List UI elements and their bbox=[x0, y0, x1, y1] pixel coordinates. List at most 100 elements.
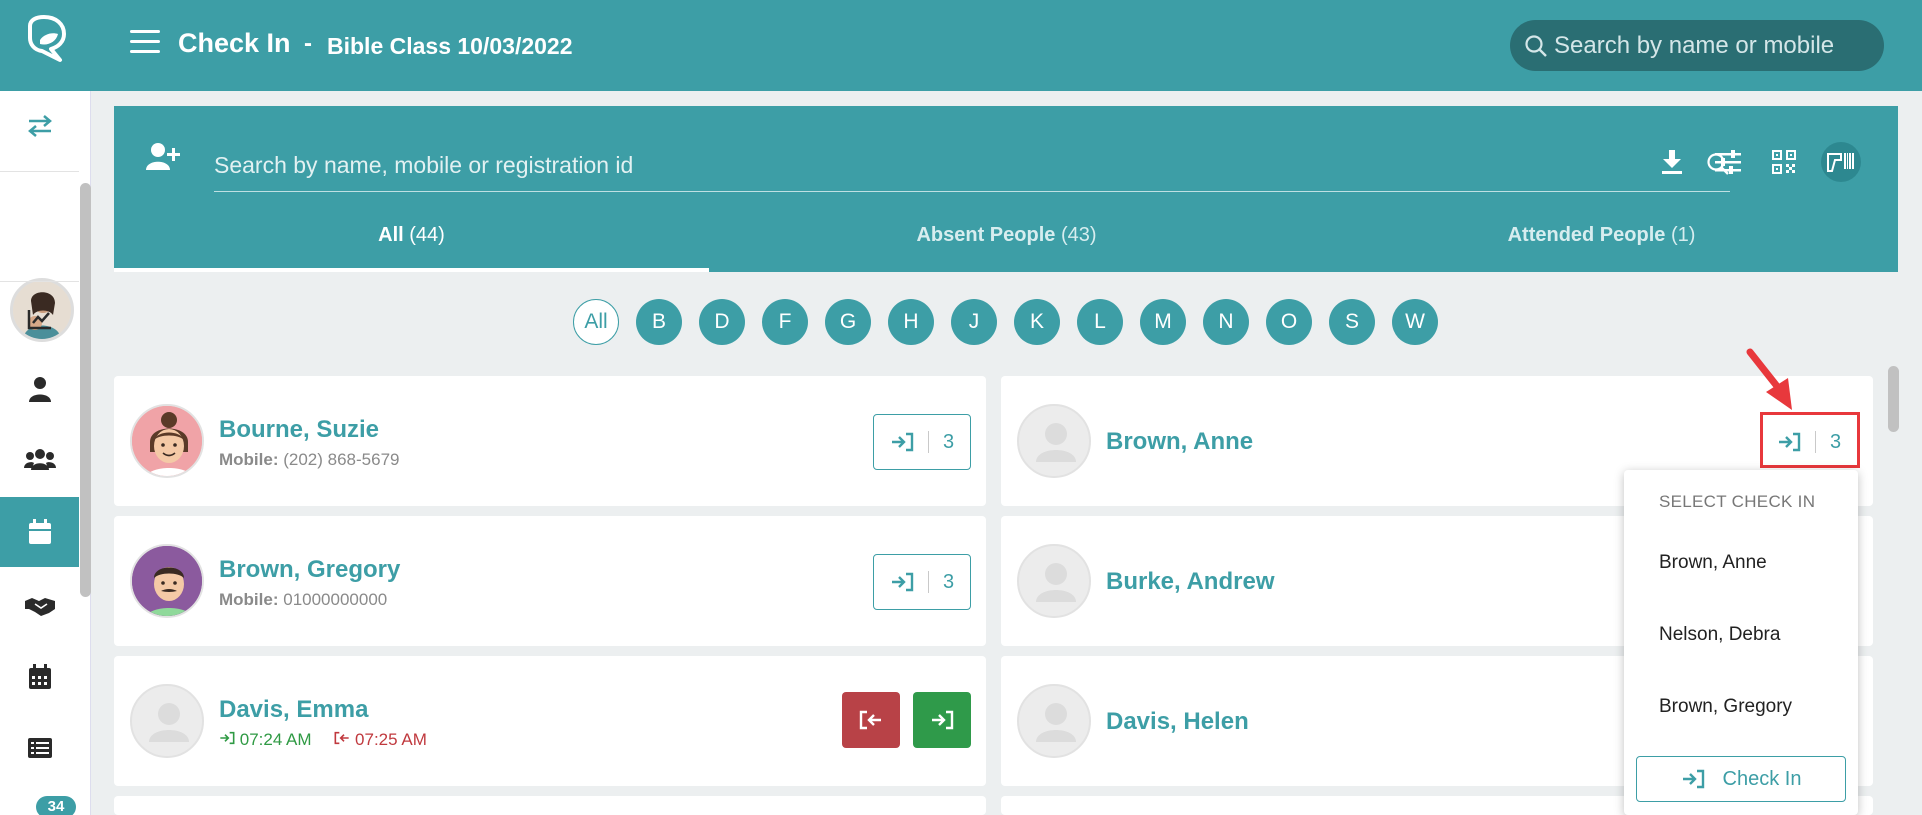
app-logo[interactable] bbox=[0, 0, 91, 91]
sign-in-icon bbox=[891, 572, 914, 592]
checkin-button[interactable]: 3 bbox=[873, 414, 971, 470]
checkin-times: 07:24 AM 07:25 AM bbox=[219, 730, 427, 750]
letter-filter-m[interactable]: M bbox=[1140, 299, 1186, 345]
tab-all-count: (44) bbox=[409, 224, 445, 246]
time-in-value: 07:24 AM bbox=[239, 730, 312, 749]
letter-filter-d[interactable]: D bbox=[699, 299, 745, 345]
calendar-icon bbox=[28, 519, 51, 544]
avatar bbox=[1017, 404, 1091, 478]
dropdown-option[interactable]: Brown, Anne bbox=[1659, 552, 1767, 574]
active-tab-indicator bbox=[114, 268, 709, 272]
search-icon bbox=[1525, 35, 1547, 57]
dropdown-header: SELECT CHECK IN bbox=[1659, 492, 1816, 511]
page-subtitle: Bible Class 10/03/2022 bbox=[327, 33, 573, 59]
time-out: 07:25 AM bbox=[334, 730, 427, 749]
person-card: Bourne, Suzie Mobile: (202) 868-5679 3 bbox=[114, 376, 986, 506]
sidebar-item-people[interactable] bbox=[0, 354, 79, 424]
letter-filter-b[interactable]: B bbox=[636, 299, 682, 345]
annotation-arrow-icon bbox=[1746, 348, 1792, 410]
scanner-button[interactable] bbox=[1821, 142, 1861, 182]
checkin-button[interactable]: 3 bbox=[873, 554, 971, 610]
checkin-button[interactable] bbox=[913, 692, 971, 748]
letter-filter-w[interactable]: W bbox=[1392, 299, 1438, 345]
person-icon bbox=[28, 377, 51, 402]
sidebar-item-events[interactable] bbox=[0, 642, 79, 712]
hamburger-menu-icon[interactable] bbox=[130, 30, 160, 60]
sign-in-icon bbox=[891, 432, 914, 452]
default-avatar-icon bbox=[1036, 563, 1076, 602]
person-name[interactable]: Bourne, Suzie bbox=[219, 416, 379, 444]
person-name[interactable]: Davis, Helen bbox=[1106, 708, 1249, 736]
tab-all-label: All bbox=[378, 224, 404, 246]
letter-filter-g[interactable]: G bbox=[825, 299, 871, 345]
title-separator: - bbox=[304, 30, 312, 57]
time-in: 07:24 AM bbox=[219, 730, 316, 749]
default-avatar-icon bbox=[149, 703, 189, 742]
global-search-input[interactable] bbox=[1554, 20, 1874, 71]
dropdown-checkin-button[interactable]: Check In bbox=[1636, 756, 1846, 802]
sidebar-item-reports[interactable] bbox=[0, 713, 79, 783]
letter-filter-j[interactable]: J bbox=[951, 299, 997, 345]
notification-badge[interactable]: 34 bbox=[36, 796, 76, 815]
select-checkin-dropdown: SELECT CHECK IN Brown, Anne Nelson, Debr… bbox=[1624, 470, 1858, 815]
sidebar-item-swap[interactable] bbox=[0, 91, 79, 161]
sidebar-item-dashboard[interactable] bbox=[0, 284, 79, 354]
qr-code-icon bbox=[1772, 150, 1796, 174]
tab-attended[interactable]: Attended People (1) bbox=[1304, 224, 1899, 270]
sidebar-item-partners[interactable] bbox=[0, 571, 79, 641]
filter-settings-button[interactable] bbox=[1708, 142, 1748, 182]
male-avatar-icon bbox=[132, 546, 202, 616]
barcode-scanner-icon bbox=[1827, 153, 1854, 172]
add-person-icon bbox=[146, 143, 180, 170]
checkin-panel: All (44) Absent People (43) Attended Peo… bbox=[114, 106, 1898, 272]
tab-absent-count: (43) bbox=[1060, 224, 1097, 246]
global-search-box bbox=[1510, 20, 1884, 71]
avatar bbox=[130, 684, 204, 758]
dropdown-option[interactable]: Brown, Gregory bbox=[1659, 696, 1792, 718]
person-mobile: Mobile: (202) 868-5679 bbox=[219, 450, 400, 470]
download-icon bbox=[1662, 150, 1682, 174]
person-name[interactable]: Brown, Gregory bbox=[219, 556, 400, 584]
person-name[interactable]: Brown, Anne bbox=[1106, 428, 1253, 456]
sign-out-icon bbox=[334, 731, 349, 745]
avatar bbox=[1017, 684, 1091, 758]
qr-code-button[interactable] bbox=[1764, 142, 1804, 182]
sidebar-item-checkin[interactable] bbox=[0, 497, 79, 567]
letter-filter-k[interactable]: K bbox=[1014, 299, 1060, 345]
person-name[interactable]: Davis, Emma bbox=[219, 696, 368, 724]
group-icon bbox=[23, 449, 56, 470]
letter-filter-f[interactable]: F bbox=[762, 299, 808, 345]
letter-filter-n[interactable]: N bbox=[1203, 299, 1249, 345]
swap-icon bbox=[27, 115, 52, 137]
download-button[interactable] bbox=[1652, 142, 1692, 182]
checkout-button[interactable] bbox=[842, 692, 900, 748]
letter-filter: All B D F G H J K L M N O S W bbox=[573, 299, 1438, 345]
checkin-search-input[interactable] bbox=[214, 140, 1664, 190]
letter-filter-s[interactable]: S bbox=[1329, 299, 1375, 345]
letter-filter-h[interactable]: H bbox=[888, 299, 934, 345]
panel-search-box bbox=[214, 140, 1730, 192]
chart-icon bbox=[27, 310, 51, 330]
person-mobile: Mobile: 01000000000 bbox=[219, 590, 387, 610]
events-calendar-icon bbox=[28, 664, 51, 689]
sign-in-icon bbox=[1682, 769, 1704, 789]
person-name[interactable]: Burke, Andrew bbox=[1106, 568, 1274, 596]
female-avatar-icon bbox=[132, 406, 202, 476]
sidebar-scrollbar[interactable] bbox=[80, 183, 91, 597]
letter-filter-o[interactable]: O bbox=[1266, 299, 1312, 345]
sidebar-divider bbox=[0, 171, 79, 172]
dropdown-option[interactable]: Nelson, Debra bbox=[1659, 624, 1780, 646]
person-card bbox=[114, 796, 986, 815]
content-scrollbar[interactable] bbox=[1888, 366, 1899, 432]
letter-filter-l[interactable]: L bbox=[1077, 299, 1123, 345]
tab-attended-label: Attended People bbox=[1507, 224, 1666, 246]
sidebar-item-groups[interactable] bbox=[0, 424, 79, 494]
tab-all[interactable]: All (44) bbox=[114, 224, 709, 270]
list-icon bbox=[27, 738, 52, 758]
letter-filter-all[interactable]: All bbox=[573, 299, 619, 345]
add-person-button[interactable] bbox=[146, 142, 180, 175]
dropdown-checkin-label: Check In bbox=[1722, 767, 1802, 790]
sidebar bbox=[0, 91, 91, 815]
tab-absent[interactable]: Absent People (43) bbox=[709, 224, 1304, 270]
sign-in-icon bbox=[932, 710, 954, 730]
